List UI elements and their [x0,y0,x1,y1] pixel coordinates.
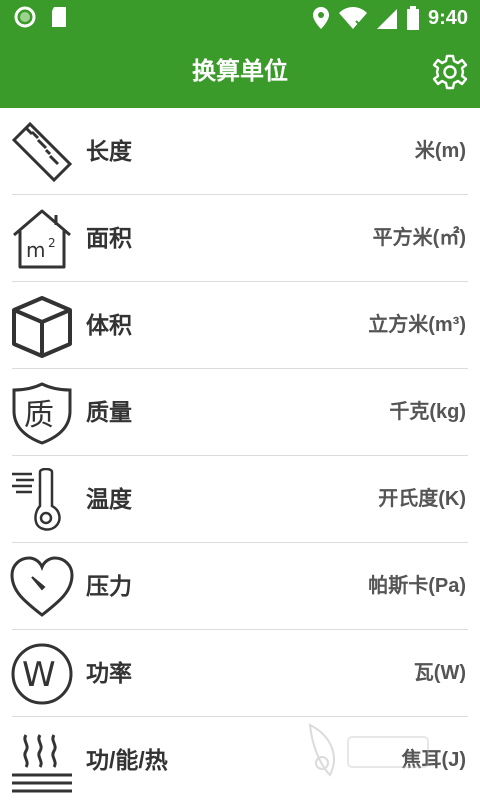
category-unit: 平方米(㎡) [372,227,466,249]
watermark-logo [308,723,429,777]
location-icon [312,7,329,29]
category-name: 压力 [86,573,132,599]
category-name: 功率 [86,660,132,686]
category-name: 温度 [86,486,132,512]
svg-text:2: 2 [48,236,56,250]
category-name: 质量 [86,399,132,425]
heart-gauge-icon [10,556,74,617]
notification-circle-icon [14,6,36,28]
status-left-icons [14,6,68,28]
status-right-icons: 9:40 [312,4,468,32]
list-item-volume[interactable]: 体积 立方米(m³) [0,282,480,369]
list-item-power[interactable]: W 功率 瓦(W) [0,630,480,717]
list-item-temperature[interactable]: 温度 开氏度(K) [0,456,480,543]
battery-icon [406,6,419,30]
category-list: 长度 米(m) m 2 面积 平方米(㎡) 体积 立方米(m³) 质 质量 千克… [0,108,480,800]
category-unit: 米(m) [414,140,466,162]
category-name: 体积 [86,312,132,338]
status-bar: 9:40 [0,0,480,36]
sd-card-icon [52,7,66,27]
category-unit: 千克(kg) [389,401,466,423]
app-bar: 换算单位 [0,36,480,108]
svg-text:W: W [22,655,56,695]
house-m2-icon: m 2 [13,209,71,269]
gear-icon[interactable] [432,54,468,90]
list-item-mass[interactable]: 质 质量 千克(kg) [0,369,480,456]
svg-text:m: m [26,238,45,262]
cube-icon [12,296,72,358]
category-unit: 立方米(m³) [368,314,466,336]
circle-w-icon: W [11,643,73,705]
ruler-icon [11,121,73,183]
heat-waves-icon [12,734,72,793]
wifi-icon [338,7,367,29]
category-name: 功/能/热 [86,747,168,773]
category-unit: 帕斯卡(Pa) [368,575,466,597]
category-name: 面积 [86,225,132,251]
category-unit: 开氏度(K) [378,488,466,510]
page-title: 换算单位 [192,58,288,85]
shield-mass-icon: 质 [12,382,72,445]
category-name: 长度 [86,138,132,164]
signal-icon [376,9,397,29]
svg-text:质: 质 [24,398,54,433]
list-item-length[interactable]: 长度 米(m) [0,108,480,195]
list-item-pressure[interactable]: 压力 帕斯卡(Pa) [0,543,480,630]
status-time: 9:40 [427,7,468,29]
thermometer-icon [12,468,61,531]
list-item-area[interactable]: m 2 面积 平方米(㎡) [0,195,480,282]
category-unit: 瓦(W) [413,662,466,684]
